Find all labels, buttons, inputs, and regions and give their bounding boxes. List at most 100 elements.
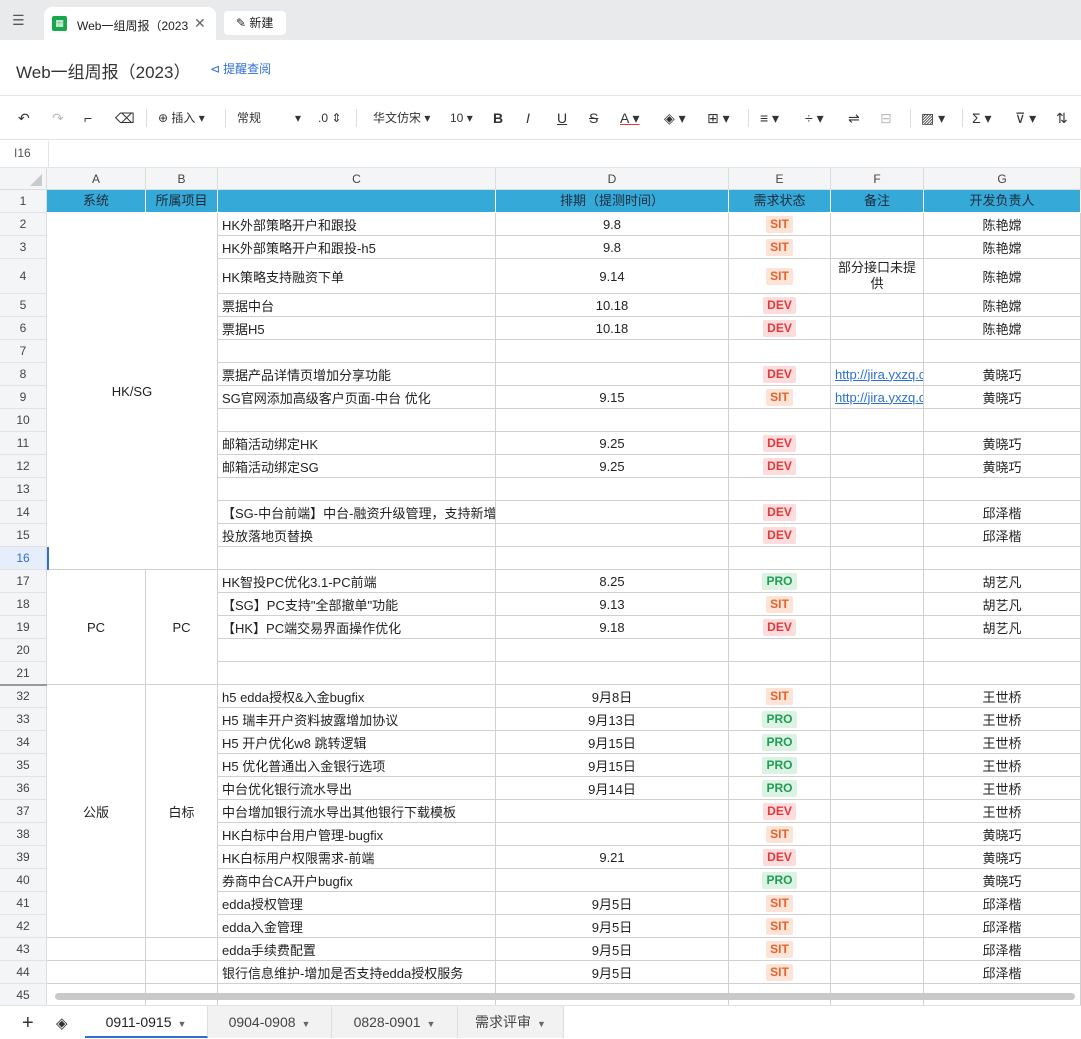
cell-g[interactable]: 邱泽楷: [924, 501, 1081, 524]
jira-link[interactable]: http://jira.yxzq.c: [835, 367, 923, 382]
cell-e[interactable]: PRO: [729, 754, 831, 777]
cell-g[interactable]: 陈艳嫦: [924, 259, 1081, 294]
row-header[interactable]: 7: [0, 340, 47, 363]
cell-f[interactable]: [831, 213, 924, 236]
row-header[interactable]: 45: [0, 984, 47, 1007]
cell-e[interactable]: [729, 639, 831, 662]
row-header[interactable]: 16: [0, 547, 47, 570]
cell-e[interactable]: SIT: [729, 685, 831, 708]
cell-c[interactable]: edda入金管理: [218, 915, 496, 938]
cell-c[interactable]: edda手续费配置: [218, 938, 496, 961]
cell-e[interactable]: SIT: [729, 961, 831, 984]
cell-d[interactable]: [496, 662, 729, 685]
row-header[interactable]: 19: [0, 616, 47, 639]
cell-e[interactable]: [729, 409, 831, 432]
column-header[interactable]: A: [47, 168, 146, 190]
add-sheet-icon[interactable]: +: [22, 1012, 34, 1035]
header-cell-c[interactable]: [218, 190, 496, 212]
cell-g[interactable]: 王世桥: [924, 685, 1081, 708]
cell-e[interactable]: SIT: [729, 823, 831, 846]
cell-c[interactable]: [218, 478, 496, 501]
cell-d[interactable]: 9.14: [496, 259, 729, 294]
cell-b[interactable]: [146, 938, 218, 961]
cell-d[interactable]: 9月5日: [496, 961, 729, 984]
cell-f[interactable]: [831, 754, 924, 777]
row-header[interactable]: 11: [0, 432, 47, 455]
row-header[interactable]: 43: [0, 938, 47, 961]
cell-g[interactable]: [924, 639, 1081, 662]
cell-f[interactable]: 部分接口未提供: [831, 259, 924, 294]
cell-f[interactable]: [831, 800, 924, 823]
cell-g[interactable]: 王世桥: [924, 708, 1081, 731]
cell-g[interactable]: 王世桥: [924, 800, 1081, 823]
cell-d[interactable]: 9月15日: [496, 754, 729, 777]
cell-g[interactable]: 王世桥: [924, 754, 1081, 777]
cell-e[interactable]: DEV: [729, 524, 831, 547]
cell-c[interactable]: 邮箱活动绑定HK: [218, 432, 496, 455]
row-header[interactable]: 41: [0, 892, 47, 915]
cell-c[interactable]: HK白标用户权限需求-前端: [218, 846, 496, 869]
cell-c[interactable]: HK策略支持融资下单: [218, 259, 496, 294]
cell-e[interactable]: DEV: [729, 432, 831, 455]
select-all-corner[interactable]: [0, 168, 47, 190]
cell-c[interactable]: 票据H5: [218, 317, 496, 340]
row-header[interactable]: 1: [0, 190, 47, 213]
cell-d[interactable]: 9.25: [496, 432, 729, 455]
cell-g[interactable]: 胡艺凡: [924, 570, 1081, 593]
row-header[interactable]: 35: [0, 754, 47, 777]
column-header[interactable]: G: [924, 168, 1081, 190]
cell-c[interactable]: 中台增加银行流水导出其他银行下载模板: [218, 800, 496, 823]
column-header[interactable]: C: [218, 168, 496, 190]
cell-e[interactable]: SIT: [729, 938, 831, 961]
group-cell-system[interactable]: PC: [47, 570, 146, 685]
cell-d[interactable]: 9月5日: [496, 892, 729, 915]
cell-e[interactable]: DEV: [729, 455, 831, 478]
row-header[interactable]: 15: [0, 524, 47, 547]
row-header[interactable]: 2: [0, 213, 47, 236]
row-header[interactable]: 8: [0, 363, 47, 386]
cell-f[interactable]: [831, 317, 924, 340]
header-cell-f[interactable]: 备注: [831, 190, 924, 212]
row-header[interactable]: 14: [0, 501, 47, 524]
row-header[interactable]: 6: [0, 317, 47, 340]
cell-e[interactable]: SIT: [729, 386, 831, 409]
sheet-tab[interactable]: 0911-0915 ▼: [85, 1006, 208, 1038]
column-header[interactable]: D: [496, 168, 729, 190]
cell-c[interactable]: 银行信息维护-增加是否支持edda授权服务: [218, 961, 496, 984]
cell-g[interactable]: [924, 547, 1081, 570]
cell-d[interactable]: 9.25: [496, 455, 729, 478]
cell-f[interactable]: [831, 846, 924, 869]
cell-c[interactable]: [218, 409, 496, 432]
cell-f[interactable]: [831, 236, 924, 259]
cell-g[interactable]: 邱泽楷: [924, 892, 1081, 915]
cell-c[interactable]: 券商中台CA开户bugfix: [218, 869, 496, 892]
row-header[interactable]: 3: [0, 236, 47, 259]
cell-e[interactable]: PRO: [729, 869, 831, 892]
cell-c[interactable]: 【SG】PC支持"全部撤单"功能: [218, 593, 496, 616]
cell-f[interactable]: [831, 294, 924, 317]
group-cell-system[interactable]: 公版: [47, 685, 146, 938]
row-header[interactable]: 17: [0, 570, 47, 593]
cell-c[interactable]: 中台优化银行流水导出: [218, 777, 496, 800]
cell-f[interactable]: [831, 685, 924, 708]
cell-g[interactable]: 黄晓巧: [924, 823, 1081, 846]
cell-c[interactable]: 投放落地页替换: [218, 524, 496, 547]
cell-g[interactable]: 胡艺凡: [924, 593, 1081, 616]
cell-d[interactable]: 9.18: [496, 616, 729, 639]
cell-e[interactable]: [729, 478, 831, 501]
row-header[interactable]: 10: [0, 409, 47, 432]
cell-e[interactable]: DEV: [729, 363, 831, 386]
cell-d[interactable]: 9.21: [496, 846, 729, 869]
cell-e[interactable]: SIT: [729, 213, 831, 236]
cell-f[interactable]: http://jira.yxzq.c: [831, 363, 924, 386]
cell-f[interactable]: [831, 340, 924, 363]
cell-f[interactable]: [831, 455, 924, 478]
cell-g[interactable]: 邱泽楷: [924, 938, 1081, 961]
cell-d[interactable]: [496, 478, 729, 501]
cell-d[interactable]: [496, 869, 729, 892]
cell-e[interactable]: SIT: [729, 236, 831, 259]
row-header[interactable]: 39: [0, 846, 47, 869]
cell-c[interactable]: SG官网添加高级客户页面-中台 优化: [218, 386, 496, 409]
cell-d[interactable]: [496, 524, 729, 547]
row-header[interactable]: 34: [0, 731, 47, 754]
